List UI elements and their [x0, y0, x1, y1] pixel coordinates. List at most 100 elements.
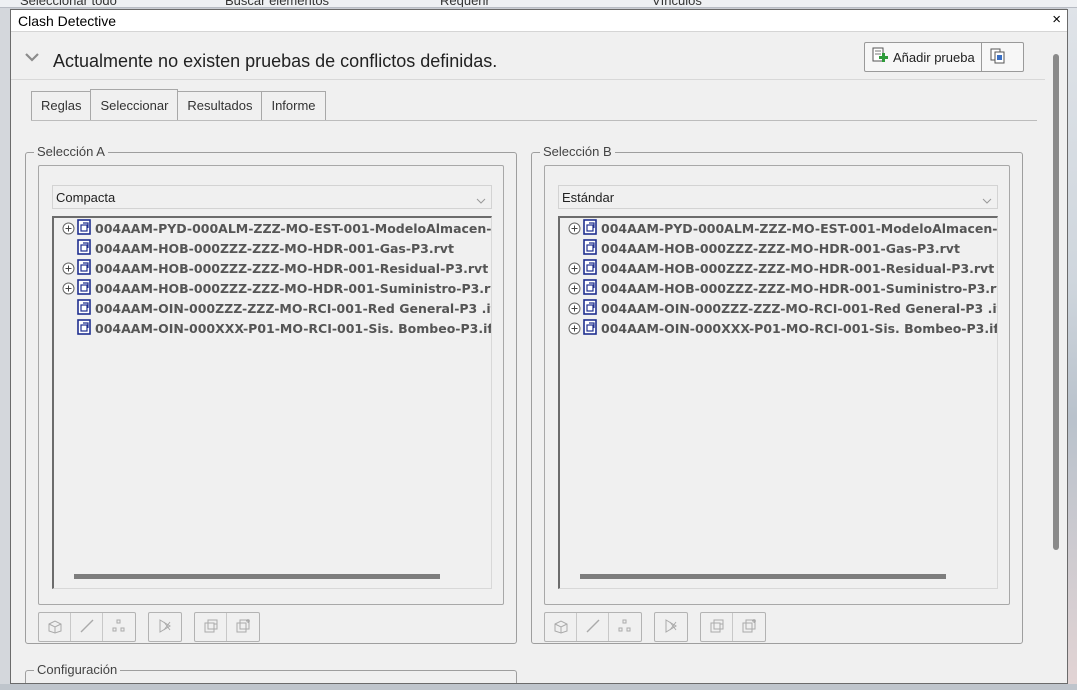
model-file-icon: [583, 258, 597, 278]
bg-toolbar-item: Requerir: [440, 0, 490, 8]
tree-item-label: 004AAM-OIN-000ZZZ-ZZZ-MO-RCI-001-Red Gen…: [601, 300, 998, 316]
horizontal-scrollbar[interactable]: [74, 574, 440, 579]
model-file-icon: [583, 238, 597, 258]
points-icon: [110, 617, 128, 638]
self-intersect-button[interactable]: [149, 613, 181, 641]
tree-item-label: 004AAM-HOB-000ZZZ-ZZZ-MO-HDR-001-Residua…: [601, 260, 995, 276]
tab-reglas[interactable]: Reglas: [31, 91, 92, 121]
lines-icon: [584, 617, 602, 638]
selection-b-inner: Estándar 004AAM-PYD-000ALM-ZZZ-MO-EST-00…: [544, 165, 1010, 605]
expand-plus-icon[interactable]: [568, 322, 581, 335]
tree-item-label: 004AAM-OIN-000ZZZ-ZZZ-MO-RCI-001-Red Gen…: [95, 300, 492, 316]
tree-item[interactable]: 004AAM-HOB-000ZZZ-ZZZ-MO-HDR-001-Residua…: [54, 258, 491, 278]
select-in-scene-button[interactable]: [227, 613, 259, 641]
self-intersect-icon: [156, 617, 174, 638]
background-app-bottom: [0, 684, 1077, 690]
selection-a-inner: Compacta 004AAM-PYD-000ALM-ZZZ-MO-EST-00…: [38, 165, 504, 605]
tab-seleccionar[interactable]: Seleccionar: [90, 89, 179, 121]
model-file-icon: [77, 298, 91, 318]
model-file-icon: [77, 218, 91, 238]
surfaces-icon: [46, 617, 64, 638]
surfaces-button[interactable]: [39, 613, 71, 641]
model-file-icon: [583, 218, 597, 238]
tab-divider: [31, 120, 1037, 121]
tree-item-label: 004AAM-HOB-000ZZZ-ZZZ-MO-HDR-001-Suminis…: [601, 280, 998, 296]
selection-b-dropdown[interactable]: Estándar: [558, 185, 998, 209]
selection-a-self-group: [148, 612, 182, 642]
tab-informe[interactable]: Informe: [261, 91, 326, 121]
scrollbar-thumb[interactable]: [1053, 54, 1059, 550]
chevron-down-icon: [982, 193, 992, 208]
tree-item[interactable]: 004AAM-OIN-000XXX-P01-MO-RCI-001-Sis. Bo…: [560, 318, 998, 338]
expand-plus-icon[interactable]: [62, 282, 75, 295]
tree-item-label: 004AAM-OIN-000XXX-P01-MO-RCI-001-Sis. Bo…: [601, 320, 998, 336]
model-file-icon: [583, 278, 597, 298]
lines-button[interactable]: [577, 613, 609, 641]
use-selection-icon: [202, 617, 220, 638]
selection-b-panel: Selección B Estándar 004AAM-PYD-000ALM-Z…: [531, 144, 1023, 644]
tree-item-label: 004AAM-HOB-000ZZZ-ZZZ-MO-HDR-001-Gas-P3.…: [95, 240, 454, 256]
expand-plus-icon[interactable]: [568, 262, 581, 275]
test-header: Actualmente no existen pruebas de confli…: [11, 32, 1045, 80]
selection-b-toolbar: [544, 612, 778, 642]
tree-item[interactable]: 004AAM-HOB-000ZZZ-ZZZ-MO-HDR-001-Gas-P3.…: [54, 238, 491, 258]
use-current-selection-button[interactable]: [195, 613, 227, 641]
selection-a-dropdown-value: Compacta: [56, 190, 116, 205]
import-export-button[interactable]: [982, 43, 1014, 71]
lines-icon: [78, 617, 96, 638]
selection-b-self-group: [654, 612, 688, 642]
points-icon: [616, 617, 634, 638]
bg-toolbar-item: Buscar elementos: [225, 0, 330, 8]
tree-item[interactable]: 004AAM-PYD-000ALM-ZZZ-MO-EST-001-ModeloA…: [560, 218, 998, 238]
clash-detective-window: Clash Detective × Actualmente no existen…: [10, 9, 1068, 684]
use-selection-icon: [708, 617, 726, 638]
background-app-left: [0, 8, 10, 690]
selection-a-dropdown[interactable]: Compacta: [52, 185, 492, 209]
tree-item[interactable]: 004AAM-HOB-000ZZZ-ZZZ-MO-HDR-001-Suminis…: [560, 278, 998, 298]
vertical-scrollbar[interactable]: [1045, 32, 1067, 683]
add-test-button[interactable]: Añadir prueba: [865, 43, 982, 71]
selection-b-tree[interactable]: 004AAM-PYD-000ALM-ZZZ-MO-EST-001-ModeloA…: [558, 216, 998, 589]
selection-a-toolbar: [38, 612, 272, 642]
surfaces-button[interactable]: [545, 613, 577, 641]
expand-plus-icon[interactable]: [568, 222, 581, 235]
expand-plus-icon[interactable]: [62, 262, 75, 275]
tree-item-label: 004AAM-HOB-000ZZZ-ZZZ-MO-HDR-001-Residua…: [95, 260, 489, 276]
points-button[interactable]: [609, 613, 641, 641]
tab-resultados[interactable]: Resultados: [177, 91, 263, 121]
tree-item[interactable]: 004AAM-PYD-000ALM-ZZZ-MO-EST-001-ModeloA…: [54, 218, 491, 238]
title-bar[interactable]: Clash Detective ×: [11, 10, 1067, 32]
select-in-scene-button[interactable]: [733, 613, 765, 641]
tree-item[interactable]: 004AAM-HOB-000ZZZ-ZZZ-MO-HDR-001-Residua…: [560, 258, 997, 278]
lines-button[interactable]: [71, 613, 103, 641]
use-current-selection-button[interactable]: [701, 613, 733, 641]
select-scene-icon: [234, 617, 252, 638]
expand-plus-icon[interactable]: [62, 222, 75, 235]
add-test-icon: [871, 47, 893, 68]
configuration-legend: Configuración: [34, 662, 121, 677]
model-file-icon: [583, 298, 597, 318]
points-button[interactable]: [103, 613, 135, 641]
close-button[interactable]: ×: [1052, 11, 1061, 28]
surfaces-icon: [552, 617, 570, 638]
background-toolbar: Seleccionar todo Buscar elementos Requer…: [0, 0, 1077, 8]
chevron-down-icon[interactable]: [25, 50, 39, 64]
tree-item[interactable]: 004AAM-HOB-000ZZZ-ZZZ-MO-HDR-001-Gas-P3.…: [560, 238, 997, 258]
horizontal-scrollbar[interactable]: [580, 574, 946, 579]
selection-a-tree[interactable]: 004AAM-PYD-000ALM-ZZZ-MO-EST-001-ModeloA…: [52, 216, 492, 589]
expand-plus-icon[interactable]: [568, 302, 581, 315]
tree-item[interactable]: 004AAM-OIN-000ZZZ-ZZZ-MO-RCI-001-Red Gen…: [54, 298, 492, 318]
self-intersect-button[interactable]: [655, 613, 687, 641]
tree-item[interactable]: 004AAM-HOB-000ZZZ-ZZZ-MO-HDR-001-Suminis…: [54, 278, 491, 298]
bg-toolbar-item: Vínculos: [652, 0, 702, 8]
select-scene-icon: [740, 617, 758, 638]
tree-item-label: 004AAM-PYD-000ALM-ZZZ-MO-EST-001-ModeloA…: [601, 220, 998, 236]
expand-plus-icon[interactable]: [568, 282, 581, 295]
import-export-icon: [989, 47, 1007, 68]
tree-item[interactable]: 004AAM-OIN-000XXX-P01-MO-RCI-001-Sis. Bo…: [54, 318, 491, 338]
model-file-icon: [77, 278, 91, 298]
model-file-icon: [77, 258, 91, 278]
tree-item[interactable]: 004AAM-OIN-000ZZZ-ZZZ-MO-RCI-001-Red Gen…: [560, 298, 998, 318]
add-test-label: Añadir prueba: [893, 49, 975, 65]
